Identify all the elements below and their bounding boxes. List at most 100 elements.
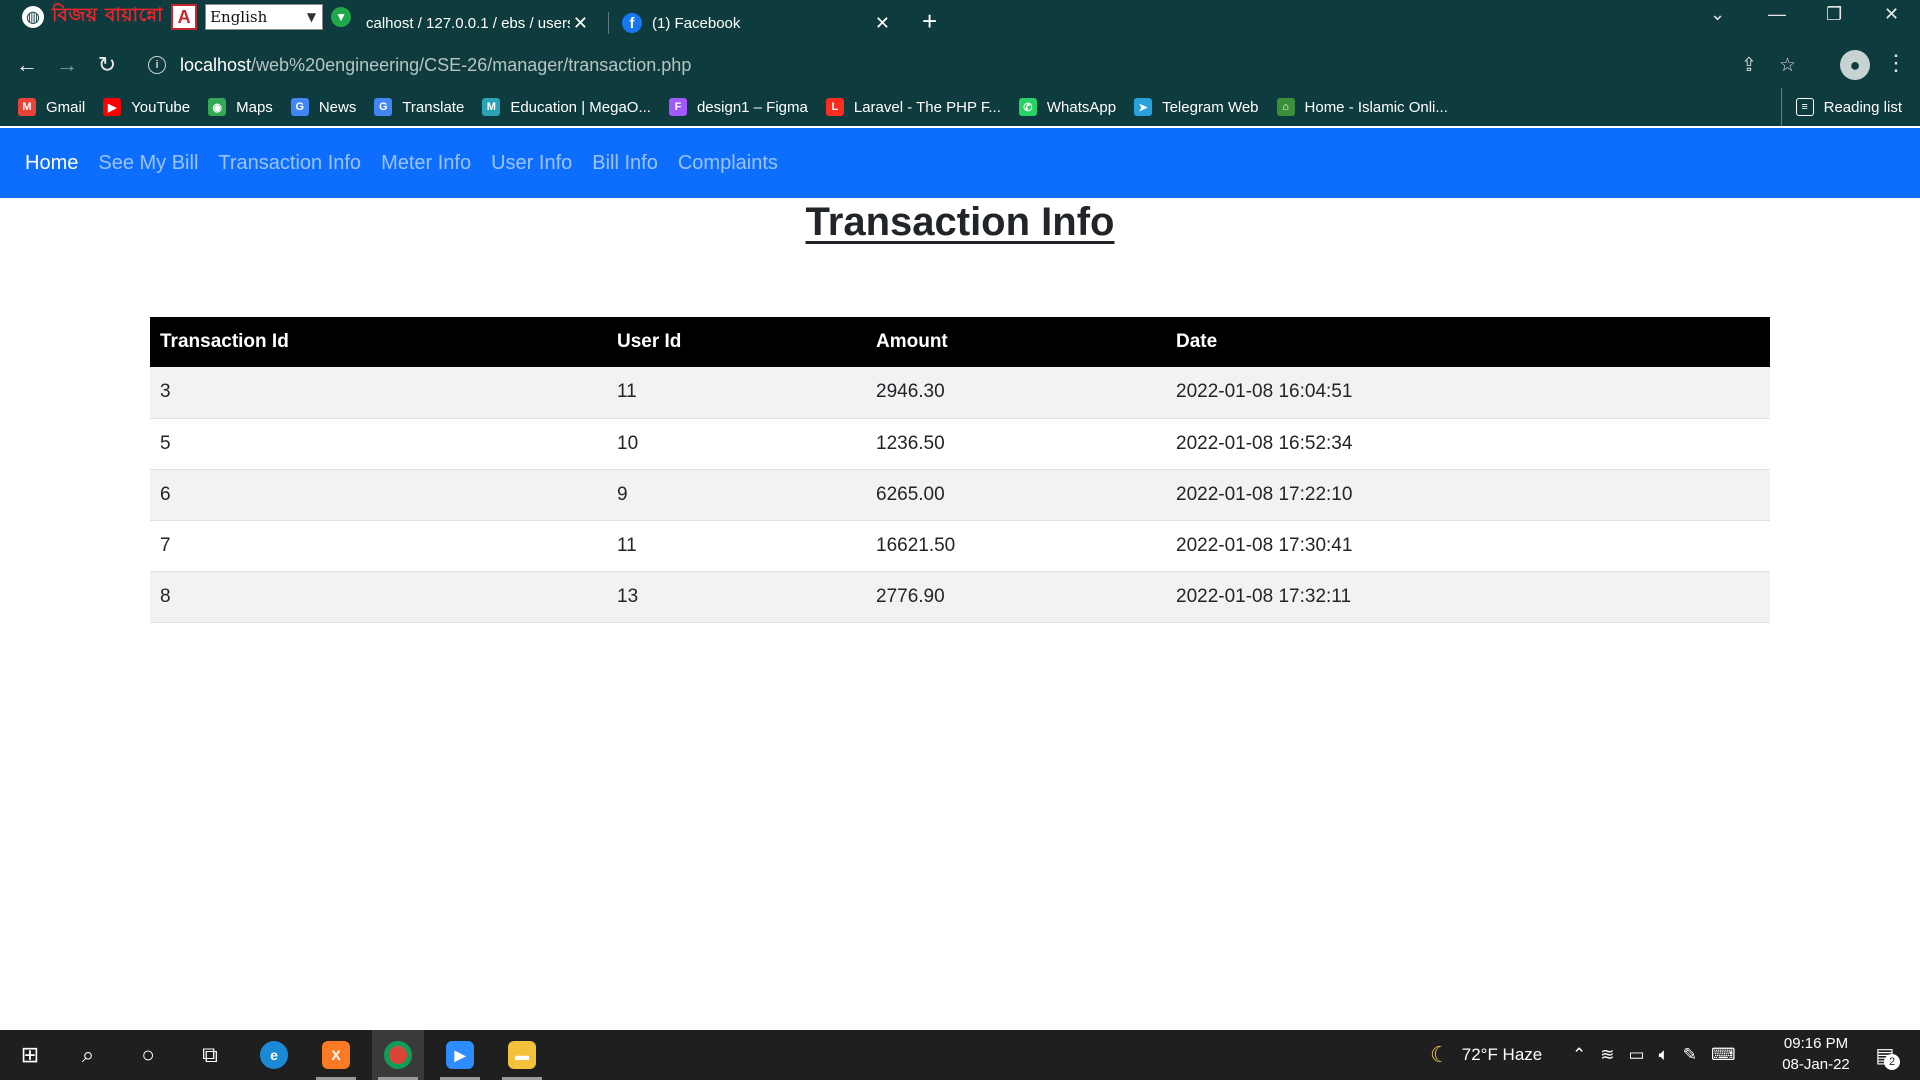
close-tab-icon[interactable]: ✕: [875, 13, 890, 34]
nav-link-user-info[interactable]: User Info: [491, 152, 572, 175]
bookmark-design1-figma[interactable]: Fdesign1 – Figma: [668, 98, 808, 116]
bookmark-youtube[interactable]: ▶ YouTube: [103, 98, 190, 116]
back-arrow-icon[interactable]: ←: [12, 50, 42, 80]
bookmark-label: Gmail: [46, 98, 86, 116]
search-icon[interactable]: ⌕: [62, 1030, 114, 1080]
weather-widget[interactable]: ☾ 72°F Haze: [1430, 1030, 1542, 1080]
weather-text: 72°F Haze: [1461, 1045, 1543, 1064]
windows-taskbar: ⊞ ⌕ ○ ⧉ e X ▶ ▬ ☾ 72°F Haze ⌃ ≋ ▭ 🔈︎ ✎ ⌨…: [0, 1030, 1920, 1080]
bookmark-laravel-the-php-f[interactable]: L Laravel - The PHP F...: [825, 98, 1001, 116]
column-header-transaction-id: Transaction Id: [160, 331, 289, 352]
bookmark-label: Translate: [402, 98, 465, 116]
restore-button[interactable]: ❐: [1826, 4, 1842, 25]
nav-link-see-my-bill[interactable]: See My Bill: [98, 152, 198, 175]
bookmark-label: Home - Islamic Onli...: [1304, 98, 1448, 116]
browser-menu-icon[interactable]: ⋮: [1885, 50, 1907, 76]
nav-link-meter-info[interactable]: Meter Info: [381, 152, 471, 175]
windows-start-icon[interactable]: ⊞: [4, 1030, 56, 1080]
nav-link-transaction-info[interactable]: Transaction Info: [218, 152, 361, 175]
transaction-id-cell: 8: [160, 585, 171, 607]
bookmark-label: Maps: [236, 98, 273, 116]
profile-avatar[interactable]: ●: [1840, 50, 1870, 80]
bookmark-label: WhatsApp: [1046, 98, 1117, 116]
share-icon[interactable]: ⇪: [1741, 54, 1757, 77]
amount-cell: 1236.50: [876, 432, 945, 454]
minimize-button[interactable]: —: [1768, 4, 1786, 25]
bookmark-translate[interactable]: G Translate: [374, 98, 464, 116]
bookmark-news-icon: G: [290, 98, 309, 116]
edge-icon[interactable]: e: [248, 1030, 300, 1080]
table-row: 8 13 2776.90 2022-01-08 17:32:11: [150, 571, 1770, 622]
keyboard-icon[interactable]: ⌨: [1711, 1045, 1736, 1065]
close-tab-icon[interactable]: ✕: [573, 13, 588, 34]
date-cell: 2022-01-08 17:32:11: [1176, 585, 1352, 607]
address-bar[interactable]: i localhost/web%20engineering/CSE-26/man…: [132, 46, 1812, 84]
reading-list-icon: ≡: [1795, 98, 1814, 116]
bookmark-star-icon[interactable]: ☆: [1779, 54, 1796, 77]
site-info-icon[interactable]: i: [148, 56, 166, 74]
url-path: /web%20engineering/CSE-26/manager/transa…: [251, 54, 692, 75]
tab-facebook[interactable]: f (1) Facebook ✕: [612, 4, 902, 42]
close-window-button[interactable]: ✕: [1884, 4, 1899, 25]
zoom-icon[interactable]: ▶: [434, 1030, 486, 1080]
nav-link-home[interactable]: Home: [25, 152, 78, 175]
bookmark-label: News: [318, 98, 357, 116]
bookmark-label: Telegram Web: [1162, 98, 1259, 116]
bookmark-telegram-web[interactable]: ➤ Telegram Web: [1134, 98, 1259, 116]
language-select[interactable]: English ▼: [205, 4, 324, 30]
wifi-icon[interactable]: ≋: [1600, 1045, 1614, 1065]
download-extension-icon[interactable]: ▼: [331, 7, 352, 27]
bookmark-news[interactable]: G News: [290, 98, 357, 116]
reading-list-button[interactable]: ≡ Reading list: [1780, 88, 1902, 126]
file-explorer-icon[interactable]: ▬: [496, 1030, 548, 1080]
browser-titlebar: ◍ বিজয় বায়ান্নো A English ▼ ▼ ✕ calhos…: [0, 0, 1920, 42]
globe-icon[interactable]: ◍: [22, 6, 44, 28]
cortana-icon[interactable]: ○: [122, 1030, 174, 1080]
nav-link-bill-info[interactable]: Bill Info: [592, 152, 658, 175]
bookmark-translate-icon: G: [374, 98, 393, 116]
xampp-icon[interactable]: X: [310, 1030, 362, 1080]
bookmark-label: Laravel - The PHP F...: [853, 98, 1001, 116]
bookmark-label: design1 – Figma: [696, 98, 808, 116]
chevron-up-icon[interactable]: ⌃: [1572, 1045, 1586, 1065]
notification-icon[interactable]: ▤ 2: [1868, 1038, 1902, 1072]
new-tab-button[interactable]: +: [922, 6, 937, 37]
reload-icon[interactable]: ↻: [92, 50, 122, 80]
table-row: 7 11 16621.50 2022-01-08 17:30:41: [150, 520, 1770, 571]
acrobat-icon[interactable]: A: [171, 4, 198, 30]
battery-icon[interactable]: ▭: [1629, 1045, 1645, 1065]
language-select-value: English: [210, 8, 268, 26]
taskbar-clock[interactable]: 09:16 PM 08-Jan-22: [1770, 1033, 1862, 1075]
date-cell: 2022-01-08 16:52:34: [1176, 432, 1353, 454]
task-view-icon[interactable]: ⧉: [184, 1030, 236, 1080]
amount-cell: 2776.90: [876, 585, 945, 607]
bookmark-maps[interactable]: ◉ Maps: [208, 98, 273, 116]
transaction-table: Transaction Id User Id Amount Date 3 11 29…: [150, 317, 1770, 623]
forward-arrow-icon[interactable]: →: [52, 50, 82, 80]
bookmark-whatsapp-icon: ✆: [1018, 98, 1037, 116]
tab-phpmyadmin[interactable]: calhost / 127.0.0.1 / ebs / users ✕: [360, 4, 600, 42]
bookmark-education-megao-icon: M: [482, 98, 501, 116]
bookmark-label: YouTube: [131, 98, 191, 116]
pen-icon[interactable]: ✎: [1683, 1045, 1697, 1065]
bookmark-whatsapp[interactable]: ✆ WhatsApp: [1018, 98, 1117, 116]
tab-search-icon[interactable]: ⌄: [1710, 4, 1725, 25]
chrome-icon[interactable]: [372, 1030, 424, 1080]
column-header-date: Date: [1176, 331, 1218, 352]
volume-icon[interactable]: 🔈︎: [1659, 1045, 1669, 1065]
bookmark-gmail[interactable]: M Gmail: [18, 98, 85, 116]
bookmark-home-islamic-onli[interactable]: ⌂ Home - Islamic Onli...: [1276, 98, 1448, 116]
bookmark-youtube-icon: ▶: [103, 98, 122, 116]
bookmark-gmail-icon: M: [18, 98, 36, 116]
url-host: localhost: [180, 54, 252, 75]
bijoy-bayanno-logo[interactable]: বিজয় বায়ান্নো: [52, 1, 163, 33]
bookmark-education-megao[interactable]: M Education | MegaO...: [482, 98, 651, 116]
bookmark-label: Education | MegaO...: [510, 98, 651, 116]
amount-cell: 2946.30: [876, 381, 945, 403]
transaction-id-cell: 7: [160, 534, 171, 556]
user-id-cell: 11: [617, 381, 637, 403]
transaction-id-cell: 5: [160, 432, 171, 454]
bookmark-design1-figma-icon: F: [668, 98, 687, 116]
nav-link-complaints[interactable]: Complaints: [678, 152, 778, 175]
clock-date: 08-Jan-22: [1782, 1056, 1850, 1073]
